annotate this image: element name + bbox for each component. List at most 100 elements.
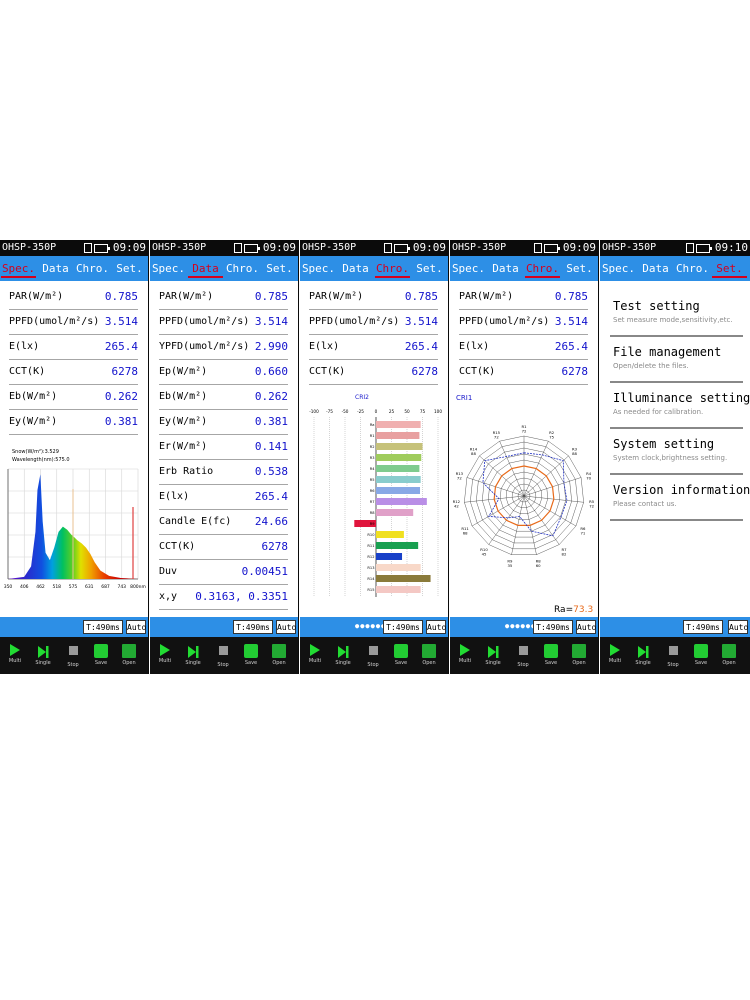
auto-button[interactable]: Auto — [126, 620, 146, 634]
open-button[interactable]: Open — [264, 637, 294, 674]
integration-time[interactable]: T:490ms — [233, 620, 273, 634]
tab-chro[interactable]: Chro. — [374, 256, 411, 281]
stop-button[interactable]: Stop — [358, 637, 388, 674]
device-screen-spec: OHSP-350P 09:09 Spec. Data Chro. Set. PA… — [0, 240, 149, 674]
x-tick-label: -25 — [357, 409, 364, 414]
single-button[interactable]: Single — [628, 637, 658, 674]
tab-spec[interactable]: Spec. — [600, 256, 637, 281]
polar-content: PAR(W/m²) 0.785 PPFD(umol/m²/s) 3.514 E(lx… — [450, 281, 598, 617]
table-row: Erb Ratio 0.538 — [159, 459, 288, 485]
device-screen-settings: OHSP-350P 09:10 Spec. Data Chro. Set. Te… — [600, 240, 750, 674]
cri-bar — [376, 487, 421, 494]
integration-time[interactable]: T:490ms — [533, 620, 573, 634]
single-button[interactable]: Single — [478, 637, 508, 674]
table-row: PAR(W/m²) 0.785 — [9, 284, 138, 310]
stop-button[interactable]: Stop — [208, 637, 238, 674]
cri-bar — [376, 432, 420, 439]
status-bar: OHSP-350P 09:09 — [150, 240, 298, 256]
value-label: 71 — [580, 531, 585, 536]
multi-button[interactable]: Multi — [0, 637, 30, 674]
save-icon — [544, 644, 558, 658]
single-step-icon — [486, 644, 500, 658]
category-label: R10 — [367, 533, 375, 537]
auto-button[interactable]: Auto — [276, 620, 296, 634]
tab-spec[interactable]: Spec. — [300, 256, 337, 281]
tab-spec[interactable]: Spec. — [450, 256, 487, 281]
integration-time[interactable]: T:490ms — [83, 620, 123, 634]
tab-data[interactable]: Data — [487, 256, 524, 281]
stop-icon — [368, 646, 378, 655]
tab-set[interactable]: Set. — [261, 256, 298, 281]
menu-item-illuminance-setting[interactable]: Illuminance setting As needed for calibr… — [610, 391, 750, 429]
spectrum-chart: 350 406 462 518 575 631 687 743 800nm — [4, 468, 146, 590]
battery-icon — [544, 244, 560, 253]
app-title: OHSP-350P — [602, 242, 657, 253]
cri-bar — [376, 509, 414, 516]
tab-set[interactable]: Set. — [711, 256, 748, 281]
open-button[interactable]: Open — [564, 637, 594, 674]
tab-spec[interactable]: Spec. — [150, 256, 187, 281]
open-button[interactable]: Open — [114, 637, 144, 674]
tab-set[interactable]: Set. — [561, 256, 598, 281]
stop-button[interactable]: Stop — [58, 637, 88, 674]
stop-button[interactable]: Stop — [658, 637, 688, 674]
auto-button[interactable]: Auto — [576, 620, 596, 634]
tab-data[interactable]: Data — [637, 256, 674, 281]
stop-button[interactable]: Stop — [508, 637, 538, 674]
open-button[interactable]: Open — [714, 637, 744, 674]
table-row: Ey(W/m²) 0.381 — [9, 409, 138, 435]
integration-time[interactable]: T:490ms — [683, 620, 723, 634]
device-screen-data: OHSP-350P 09:09 Spec. Data Chro. Set. PA… — [150, 240, 299, 674]
integration-time[interactable]: T:490ms — [383, 620, 423, 634]
category-label: R6 — [370, 489, 375, 493]
save-button[interactable]: Save — [536, 637, 566, 674]
menu-item-system-setting[interactable]: System setting System clock,brightness s… — [610, 437, 743, 475]
status-bar: OHSP-350P 09:09 — [450, 240, 598, 256]
play-icon — [10, 644, 20, 656]
menu-item-test-setting[interactable]: Test setting Set measure mode,sensitivit… — [610, 299, 743, 337]
ra-readout: Ra=73.3 — [554, 605, 594, 615]
menu-item-version-information[interactable]: Version information Please contact us. — [610, 483, 750, 521]
cri-bar — [376, 454, 422, 461]
data-content: PAR(W/m²) 0.785 PPFD(umol/m²/s) 3.514 YPFD… — [150, 281, 298, 617]
open-folder-icon — [272, 644, 286, 658]
tab-data[interactable]: Data — [337, 256, 374, 281]
tab-bar: Spec. Data Chro. Set. — [150, 256, 298, 281]
multi-button[interactable]: Multi — [150, 637, 180, 674]
auto-button[interactable]: Auto — [426, 620, 446, 634]
tab-spec[interactable]: Spec. — [0, 256, 37, 281]
save-button[interactable]: Save — [686, 637, 716, 674]
single-button[interactable]: Single — [28, 637, 58, 674]
single-button[interactable]: Single — [178, 637, 208, 674]
save-button[interactable]: Save — [86, 637, 116, 674]
category-label: R14 — [367, 577, 375, 581]
multi-button[interactable]: Multi — [300, 637, 330, 674]
table-row: PPFD(umol/m²/s) 3.514 — [309, 309, 438, 335]
status-footer: ●●●●●● T:490ms Auto — [450, 617, 598, 637]
tab-data[interactable]: Data — [37, 256, 74, 281]
multi-button[interactable]: Multi — [450, 637, 480, 674]
auto-button[interactable]: Auto — [728, 620, 748, 634]
tab-set[interactable]: Set. — [111, 256, 148, 281]
x-tick-label: 75 — [420, 409, 426, 414]
tab-chro[interactable]: Chro. — [74, 256, 111, 281]
status-bar: OHSP-350P 09:10 — [600, 240, 750, 256]
save-button[interactable]: Save — [386, 637, 416, 674]
single-button[interactable]: Single — [328, 637, 358, 674]
battery-icon — [696, 244, 712, 253]
x-tick-label: -100 — [309, 409, 319, 414]
value-label: 45 — [482, 552, 487, 557]
tab-chro[interactable]: Chro. — [674, 256, 711, 281]
tab-chro[interactable]: Chro. — [224, 256, 261, 281]
save-button[interactable]: Save — [236, 637, 266, 674]
multi-button[interactable]: Multi — [600, 637, 630, 674]
cri-bar — [376, 443, 423, 450]
open-button[interactable]: Open — [414, 637, 444, 674]
cri-bar — [376, 586, 421, 593]
table-row: CCT(K) 6278 — [159, 534, 288, 560]
tab-set[interactable]: Set. — [411, 256, 448, 281]
tab-chro[interactable]: Chro. — [524, 256, 561, 281]
menu-item-file-management[interactable]: File management Open/delete the files. — [610, 345, 743, 383]
tab-data[interactable]: Data — [187, 256, 224, 281]
cri-bar — [376, 531, 404, 538]
